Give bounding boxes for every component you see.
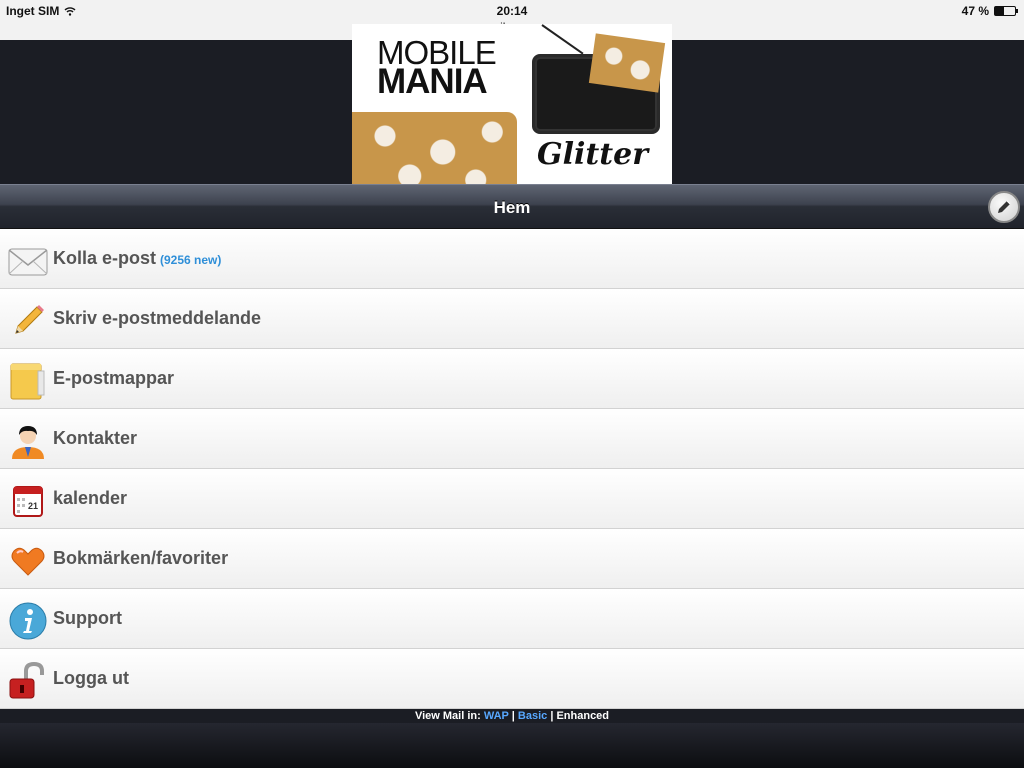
folder-icon bbox=[10, 363, 45, 400]
ad-headline-line2: MANIA bbox=[377, 62, 488, 101]
view-mode-enhanced-current: Enhanced bbox=[556, 710, 610, 722]
folders-label: E-postmappar bbox=[53, 368, 175, 388]
menu-item-bookmarks[interactable]: Bokmärken/favoriter bbox=[0, 529, 1024, 589]
separator: | bbox=[550, 710, 554, 722]
footer-background bbox=[0, 723, 1024, 768]
check-mail-label: Kolla e-post bbox=[53, 248, 157, 268]
pencil-icon bbox=[15, 305, 44, 334]
ad-wallet-cord bbox=[541, 24, 584, 55]
ad-brand-logo: Glitter bbox=[537, 137, 649, 172]
menu-item-compose[interactable]: Skriv e-postmeddelande bbox=[0, 289, 1024, 349]
menu-item-logout[interactable]: Logga ut bbox=[0, 649, 1024, 709]
page-title: Hem bbox=[493, 198, 531, 217]
menu-item-folders[interactable]: E-postmappar bbox=[0, 349, 1024, 409]
separator: | bbox=[511, 710, 515, 722]
logout-label: Logga ut bbox=[53, 668, 129, 688]
menu-item-support[interactable]: Support bbox=[0, 589, 1024, 649]
view-mode-wap-link[interactable]: WAP bbox=[484, 710, 509, 722]
pencil-icon bbox=[998, 200, 1011, 213]
navigation-bar: Hem bbox=[0, 184, 1024, 229]
edit-button[interactable] bbox=[988, 191, 1020, 223]
menu-item-contacts[interactable]: Kontakter bbox=[0, 409, 1024, 469]
svg-text:21: 21 bbox=[28, 501, 38, 511]
bookmarks-label: Bokmärken/favoriter bbox=[53, 548, 229, 568]
clock: 20:14 bbox=[496, 4, 528, 18]
contacts-label: Kontakter bbox=[53, 428, 138, 448]
view-mode-prefix: View Mail in: bbox=[414, 710, 481, 722]
menu-item-calendar[interactable]: 21 kalender bbox=[0, 469, 1024, 529]
envelope-icon bbox=[8, 248, 48, 276]
advertisement-banner[interactable]: MOBILE MANIA Glitter bbox=[352, 24, 672, 184]
battery-level bbox=[995, 7, 1005, 15]
view-mode-selector: View Mail in: WAP | Basic | Enhanced bbox=[0, 709, 1024, 723]
calendar-icon: 21 bbox=[13, 486, 43, 517]
ad-card-image bbox=[588, 33, 666, 93]
compose-label: Skriv e-postmeddelande bbox=[53, 308, 262, 328]
status-right: 47 % bbox=[961, 4, 1018, 18]
info-icon bbox=[9, 602, 47, 640]
battery-icon bbox=[994, 6, 1018, 16]
unread-count-badge: (9256 new) bbox=[160, 253, 222, 267]
heart-icon bbox=[11, 547, 45, 576]
padlock-icon bbox=[9, 661, 44, 699]
calendar-label: kalender bbox=[53, 488, 128, 508]
contact-person-icon bbox=[12, 426, 44, 459]
main-menu: Kolla e-post (9256 new) Skriv e-postmedde… bbox=[0, 229, 1024, 709]
menu-label: Kolla e-post (9256 new) bbox=[53, 248, 221, 269]
ad-phone-case-image bbox=[352, 112, 517, 184]
view-mode-basic-link[interactable]: Basic bbox=[518, 710, 547, 722]
battery-percent: 47 % bbox=[961, 4, 989, 18]
menu-item-check-mail[interactable]: Kolla e-post (9256 new) bbox=[0, 229, 1024, 289]
support-label: Support bbox=[53, 608, 122, 628]
